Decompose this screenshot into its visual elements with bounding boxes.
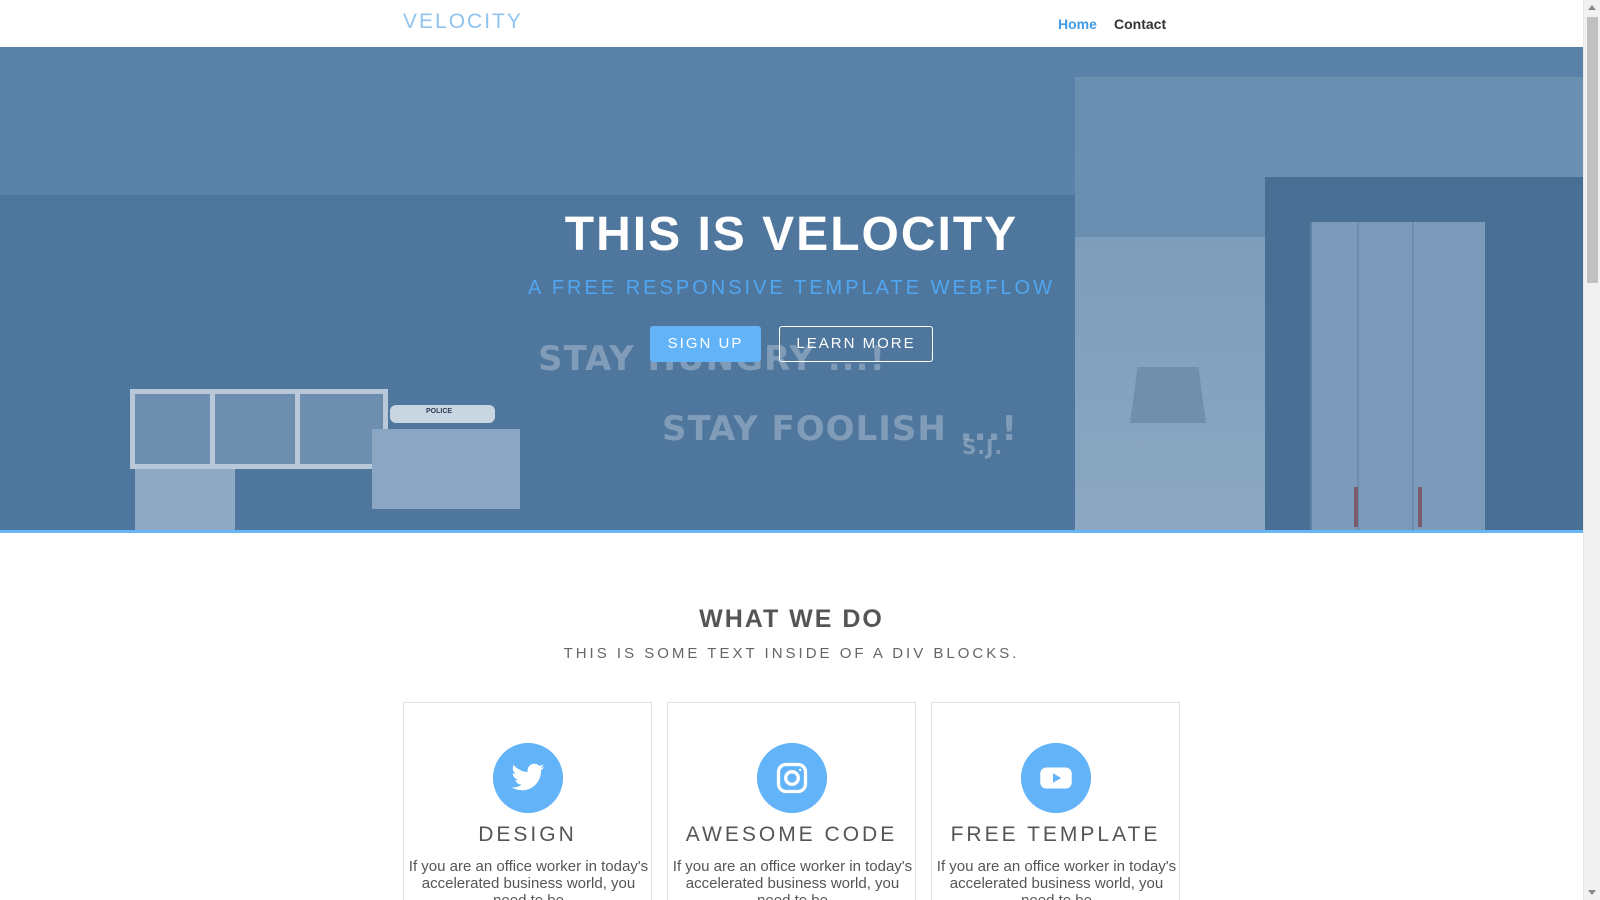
navbar: VELOCITY Home Contact — [0, 0, 1583, 47]
nav-link-contact[interactable]: Contact — [1114, 16, 1166, 32]
scroll-up-icon[interactable] — [1588, 5, 1596, 10]
hero-background-shelf — [130, 389, 388, 469]
card-title: FREE TEMPLATE — [950, 823, 1161, 846]
scroll-down-icon[interactable] — [1588, 890, 1596, 895]
wardrobe-handle — [1418, 487, 1422, 527]
section-title: WHAT WE DO — [699, 605, 884, 633]
hero-subtitle: A FREE RESPONSIVE TEMPLATE WEBFLOW — [528, 277, 1055, 299]
hero-background-desk — [135, 469, 235, 530]
sign-up-button[interactable]: SIGN UP — [650, 326, 761, 362]
toy-car: POLICE — [390, 405, 495, 423]
page: VELOCITY Home Contact POLICE STAY HUNGRY… — [0, 0, 1583, 900]
hero-background-cabinet — [372, 429, 520, 509]
feature-card-design: DESIGN If you are an office worker in to… — [403, 702, 652, 900]
wardrobe-handle — [1354, 487, 1358, 527]
instagram-icon[interactable] — [757, 743, 827, 813]
section-subtitle: THIS IS SOME TEXT INSIDE OF A DIV BLOCKS… — [563, 645, 1020, 662]
hero-background-lamp — [1130, 367, 1206, 423]
card-title: AWESOME CODE — [685, 823, 898, 846]
toy-car-label: POLICE — [426, 408, 453, 415]
card-text: If you are an office worker in today's a… — [672, 858, 913, 900]
card-title: DESIGN — [478, 823, 577, 846]
learn-more-button[interactable]: LEARN MORE — [779, 326, 933, 362]
youtube-icon[interactable] — [1021, 743, 1091, 813]
wall-text-3: S.J. — [962, 435, 1004, 459]
nav-link-home[interactable]: Home — [1058, 16, 1097, 32]
hero-title: THIS IS VELOCITY — [564, 208, 1019, 261]
scrollbar-thumb[interactable] — [1587, 17, 1598, 283]
feature-card-awesome-code: AWESOME CODE If you are an office worker… — [667, 702, 916, 900]
brand-logo[interactable]: VELOCITY — [403, 10, 523, 34]
hero-section: POLICE STAY HUNGRY ...! STAY FOOLISH ...… — [0, 47, 1583, 533]
vertical-scrollbar[interactable] — [1583, 0, 1600, 900]
card-text: If you are an office worker in today's a… — [408, 858, 649, 900]
card-text: If you are an office worker in today's a… — [936, 858, 1177, 900]
feature-card-free-template: FREE TEMPLATE If you are an office worke… — [931, 702, 1180, 900]
hero-background-wardrobe — [1310, 222, 1485, 530]
twitter-icon[interactable] — [493, 743, 563, 813]
